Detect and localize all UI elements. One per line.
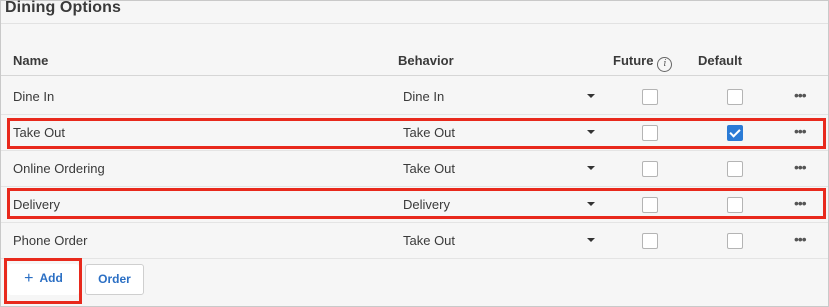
future-checkbox[interactable] bbox=[642, 89, 658, 105]
table-header: Name Behavior Future i Default bbox=[1, 49, 828, 76]
future-checkbox[interactable] bbox=[642, 161, 658, 177]
highlight-box-delivery bbox=[7, 188, 826, 219]
column-header-future-label: Future bbox=[613, 53, 654, 68]
table-row: Online Ordering Take Out ••• bbox=[1, 151, 828, 187]
dining-options-panel: Dining Options Name Behavior Future i Def… bbox=[0, 0, 829, 307]
order-button[interactable]: Order bbox=[85, 264, 144, 295]
column-header-future: Future i bbox=[613, 53, 673, 72]
column-header-behavior: Behavior bbox=[398, 53, 454, 68]
default-checkbox[interactable] bbox=[727, 161, 743, 177]
default-checkbox[interactable] bbox=[727, 233, 743, 249]
row-name: Phone Order bbox=[13, 233, 88, 248]
add-button[interactable]: + Add bbox=[8, 264, 79, 295]
table-row: Dine In Dine In ••• bbox=[1, 79, 828, 115]
add-button-label: Add bbox=[39, 271, 63, 285]
caret-down-icon[interactable] bbox=[587, 94, 595, 98]
column-header-name: Name bbox=[13, 53, 49, 68]
plus-icon: + bbox=[24, 270, 34, 287]
more-horizontal-icon[interactable]: ••• bbox=[794, 87, 807, 103]
column-header-default: Default bbox=[698, 53, 743, 68]
section-title: Dining Options bbox=[5, 0, 122, 16]
future-checkbox[interactable] bbox=[642, 233, 658, 249]
table-row: Phone Order Take Out ••• bbox=[1, 223, 828, 259]
highlight-box-take-out bbox=[7, 118, 826, 149]
behavior-select[interactable]: Take Out bbox=[403, 161, 455, 176]
title-divider bbox=[1, 23, 828, 24]
info-icon[interactable]: i bbox=[657, 57, 673, 72]
more-horizontal-icon[interactable]: ••• bbox=[794, 231, 807, 247]
row-name: Dine In bbox=[13, 89, 55, 104]
behavior-select[interactable]: Take Out bbox=[403, 233, 455, 248]
more-horizontal-icon[interactable]: ••• bbox=[794, 159, 807, 175]
default-checkbox[interactable] bbox=[727, 89, 743, 105]
behavior-select[interactable]: Dine In bbox=[403, 89, 444, 104]
row-name: Online Ordering bbox=[13, 161, 105, 176]
caret-down-icon[interactable] bbox=[587, 238, 595, 242]
caret-down-icon[interactable] bbox=[587, 166, 595, 170]
